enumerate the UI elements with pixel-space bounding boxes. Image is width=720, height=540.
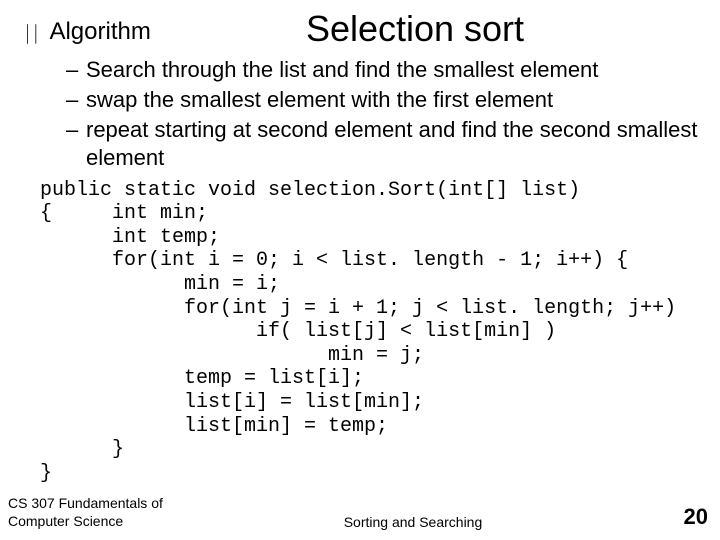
- dash-icon: –: [66, 86, 86, 114]
- footer-topic: Sorting and Searching: [178, 514, 648, 530]
- footer: CS 307 Fundamentals of Computer Science …: [8, 495, 708, 530]
- footer-course: CS 307 Fundamentals of Computer Science: [8, 495, 178, 530]
- list-item: – swap the smallest element with the fir…: [66, 86, 700, 114]
- step-text: swap the smallest element with the first…: [86, 86, 700, 114]
- page-number: 20: [648, 504, 708, 530]
- chevron-icon: ❘❘: [24, 22, 40, 42]
- algorithm-label: Algorithm: [49, 18, 150, 46]
- step-list: – Search through the list and find the s…: [66, 56, 700, 173]
- step-text: repeat starting at second element and fi…: [86, 116, 700, 172]
- dash-icon: –: [66, 116, 86, 172]
- code-block: public static void selection.Sort(int[] …: [40, 179, 700, 486]
- step-text: Search through the list and find the sma…: [86, 56, 700, 84]
- dash-icon: –: [66, 56, 86, 84]
- list-item: – Search through the list and find the s…: [66, 56, 700, 84]
- slide: Selection sort ❘❘ Algorithm – Search thr…: [0, 0, 720, 540]
- list-item: – repeat starting at second element and …: [66, 116, 700, 172]
